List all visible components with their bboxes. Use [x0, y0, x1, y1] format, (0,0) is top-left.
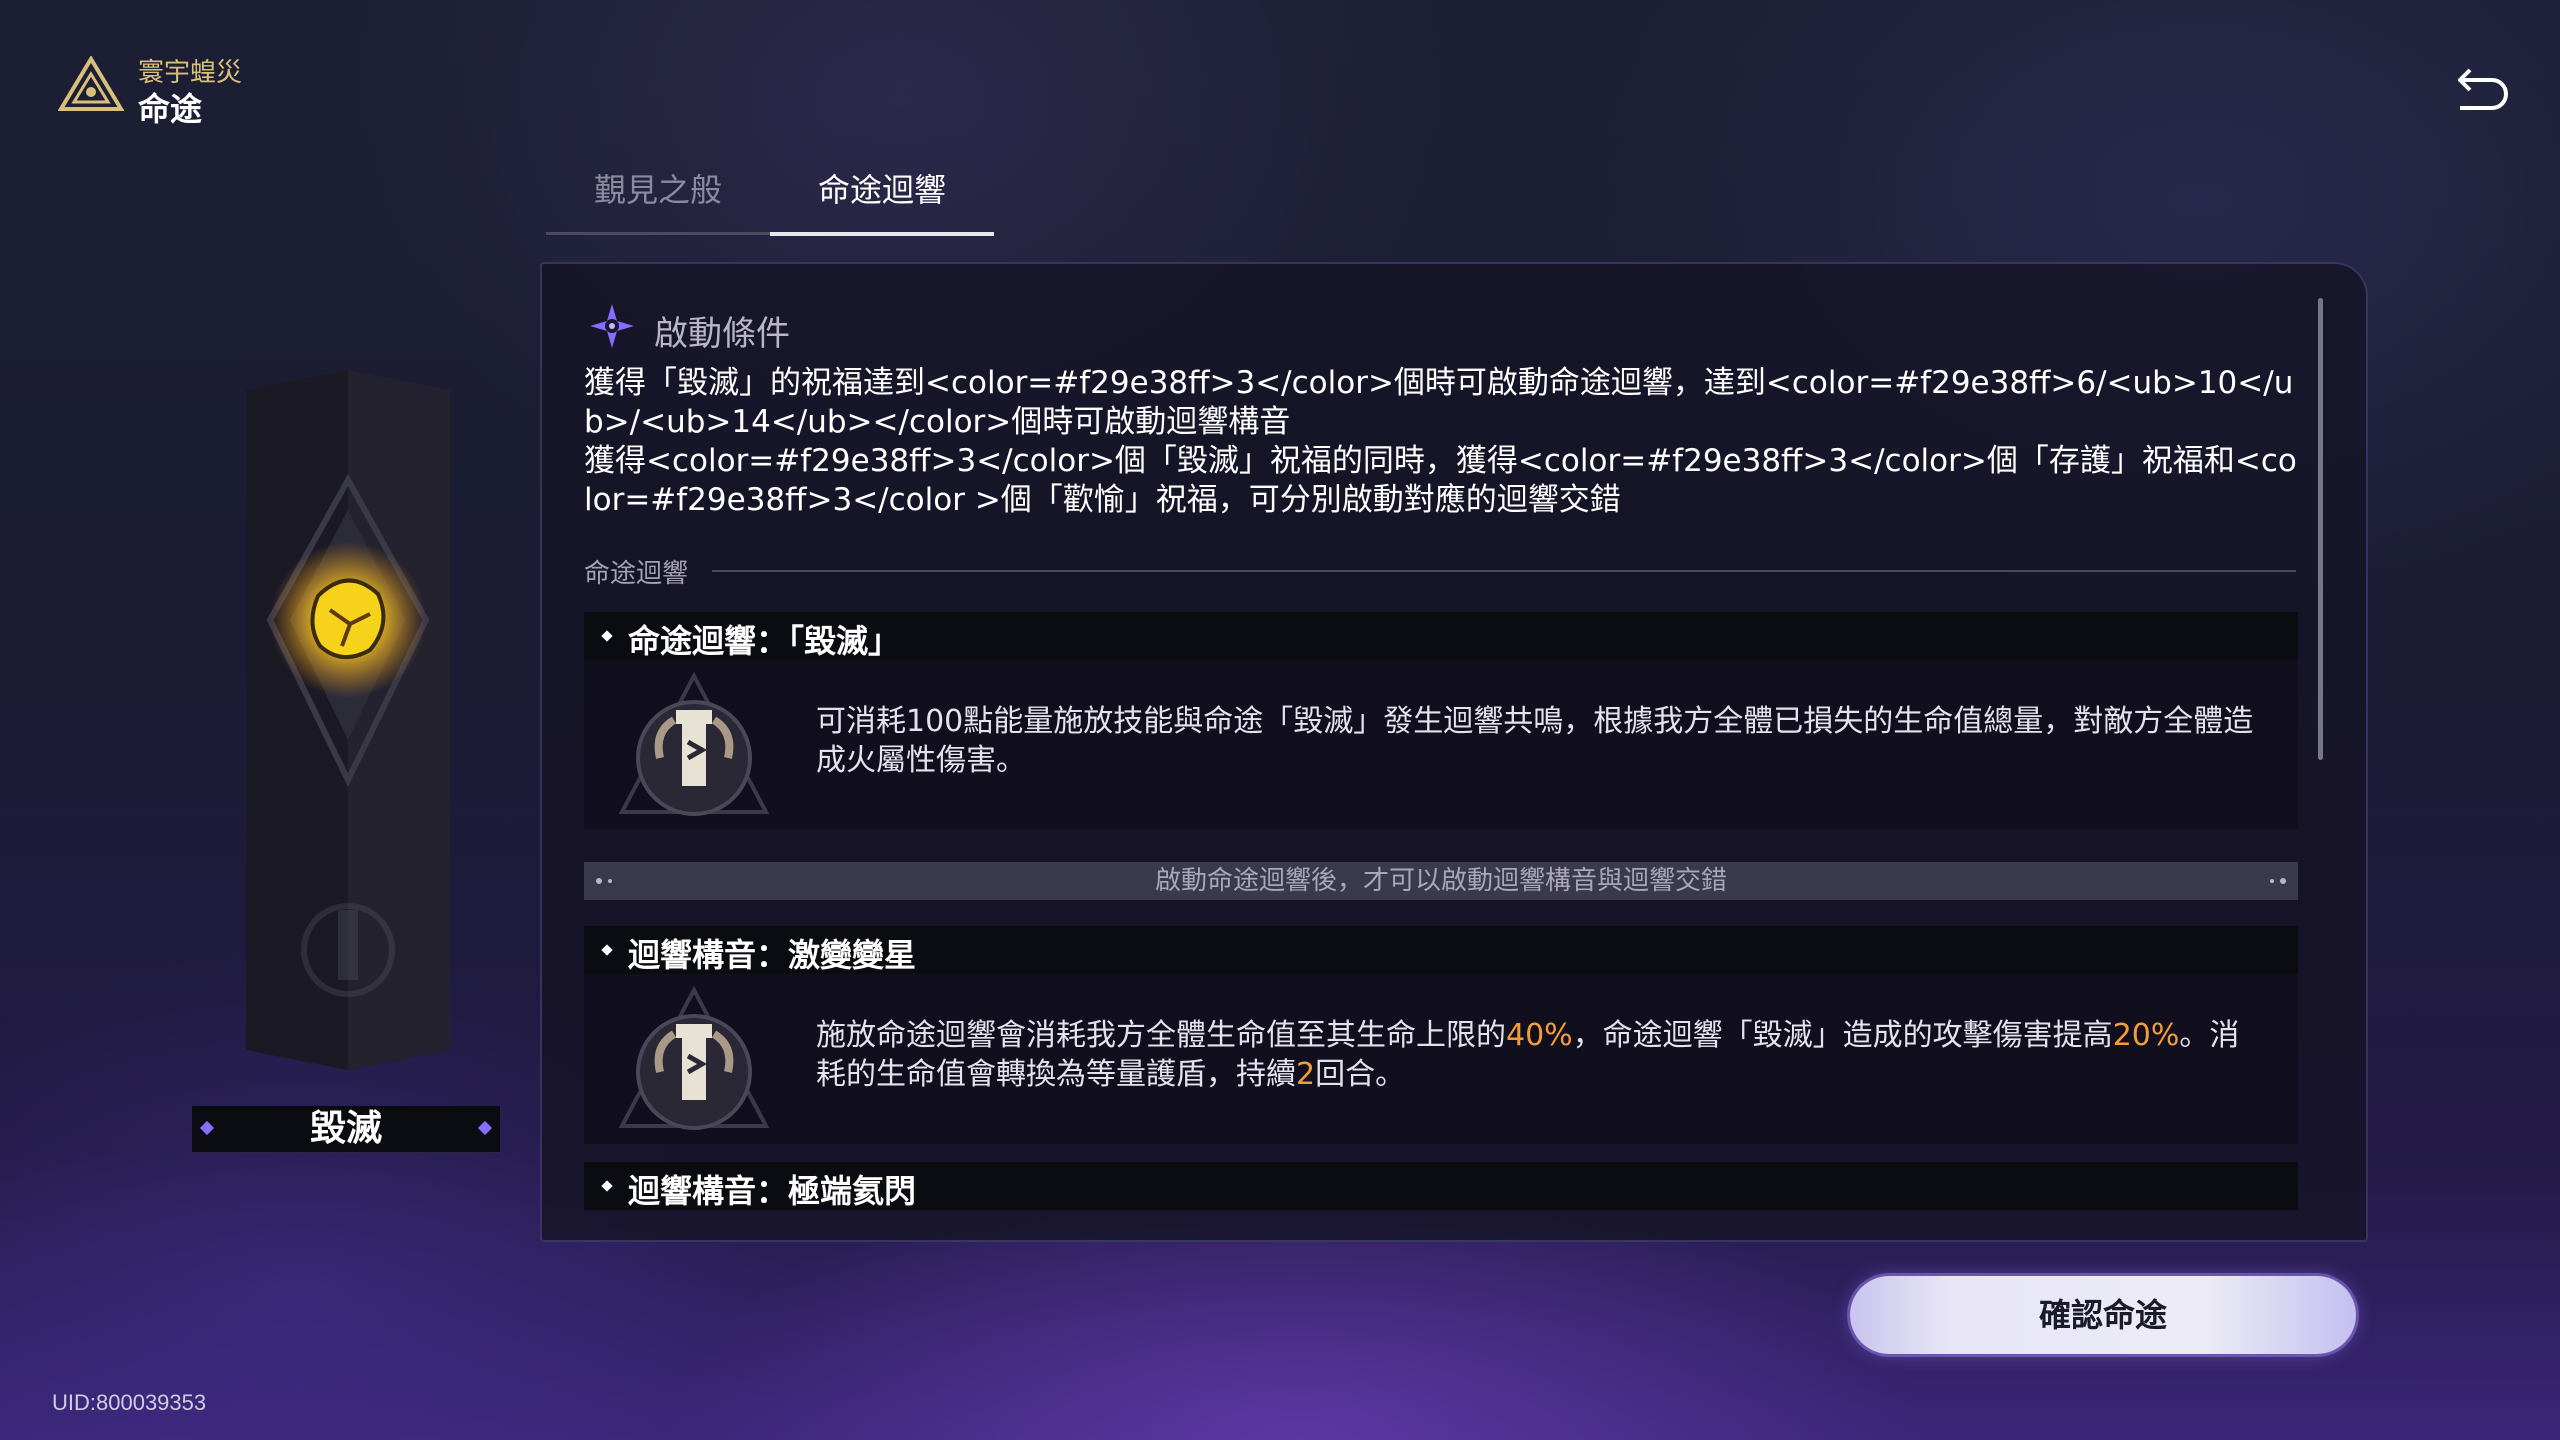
page-title: 命途	[138, 90, 203, 128]
resonance-header[interactable]: 迴響構音：極端氦閃	[584, 1162, 2298, 1210]
bullet-icon	[601, 630, 613, 642]
diamond-icon	[477, 1120, 493, 1136]
bullet-icon	[601, 1180, 613, 1192]
tab-path-resonance[interactable]: 命途迴響	[770, 160, 994, 236]
resonance-header[interactable]: 命途迴響：「毀滅」	[584, 612, 2298, 660]
desc-part: 施放命途迴響會消耗我方全體生命值至其生命上限的	[816, 1018, 1506, 1053]
section-divider-label: 命途迴響	[584, 559, 689, 589]
path-triangle-icon	[58, 56, 124, 111]
resonance-body: 可消耗100點能量施放技能與命途「毀滅」發生迴響共鳴，根據我方全體已損失的生命值…	[584, 660, 2298, 830]
tab-bar: 覲見之般 命途迴響	[546, 160, 994, 236]
desc-part: ，命途迴響「毀滅」造成的攻擊傷害提高	[1572, 1018, 2113, 1053]
confirm-path-button[interactable]: 確認命途	[1850, 1276, 2356, 1354]
destruction-crystal-icon	[246, 370, 450, 1070]
desc-highlight: 20%	[2112, 1018, 2180, 1053]
bullet-icon	[601, 944, 613, 956]
dot-icon	[596, 878, 602, 884]
dot-icon	[2280, 878, 2286, 884]
tab-audience[interactable]: 覲見之般	[546, 160, 770, 235]
panel-scrollbar[interactable]	[2318, 298, 2323, 760]
section-divider	[712, 570, 2296, 572]
dot-icon	[608, 879, 612, 883]
desc-part: 回合。	[1315, 1057, 1406, 1092]
dot-icon	[2270, 879, 2274, 883]
uid-label: UID:800039353	[52, 1390, 207, 1415]
conditions-line-2: 獲得<color=#f29e38ff>3</color>個「毀滅」祝福的同時，獲…	[584, 443, 2297, 518]
resonance-title: 命途迴響：「毀滅」	[628, 622, 901, 660]
return-arrow-icon[interactable]	[2452, 56, 2516, 120]
desc-highlight: 2	[1296, 1057, 1316, 1092]
resonance-body: 施放命途迴響會消耗我方全體生命值至其生命上限的40%，命途迴響「毀滅」造成的攻擊…	[584, 974, 2298, 1144]
conditions-title: 啟動條件	[654, 314, 790, 354]
path-name-plate: 毀滅	[192, 1106, 500, 1153]
path-name: 毀滅	[309, 1108, 382, 1149]
conditions-text: 獲得「毀滅」的祝福達到<color=#f29e38ff>3</color>個時可…	[584, 364, 2302, 520]
resonance-title: 迴響構音：激變變星	[628, 936, 917, 974]
conditions-line-1: 獲得「毀滅」的祝福達到<color=#f29e38ff>3</color>個時可…	[584, 365, 2294, 440]
diamond-icon	[199, 1120, 215, 1136]
resonance-desc: 施放命途迴響會消耗我方全體生命值至其生命上限的40%，命途迴響「毀滅」造成的攻擊…	[816, 1016, 2256, 1094]
starburst-icon	[590, 304, 634, 348]
unlock-notice-text: 啟動命途迴響後，才可以啟動迴響構音與迴響交錯	[1154, 866, 1727, 896]
resonance-desc: 可消耗100點能量施放技能與命途「毀滅」發生迴響共鳴，根據我方全體已損失的生命值…	[816, 704, 2254, 778]
desc-highlight: 40%	[1506, 1018, 1573, 1053]
resonance-header[interactable]: 迴響構音：激變變星	[584, 926, 2298, 974]
resonance-title: 迴響構音：極端氦閃	[628, 1172, 917, 1210]
destruction-emblem-icon	[618, 986, 770, 1130]
destruction-emblem-icon	[618, 672, 770, 816]
unlock-notice: 啟動命途迴響後，才可以啟動迴響構音與迴響交錯	[584, 862, 2298, 900]
